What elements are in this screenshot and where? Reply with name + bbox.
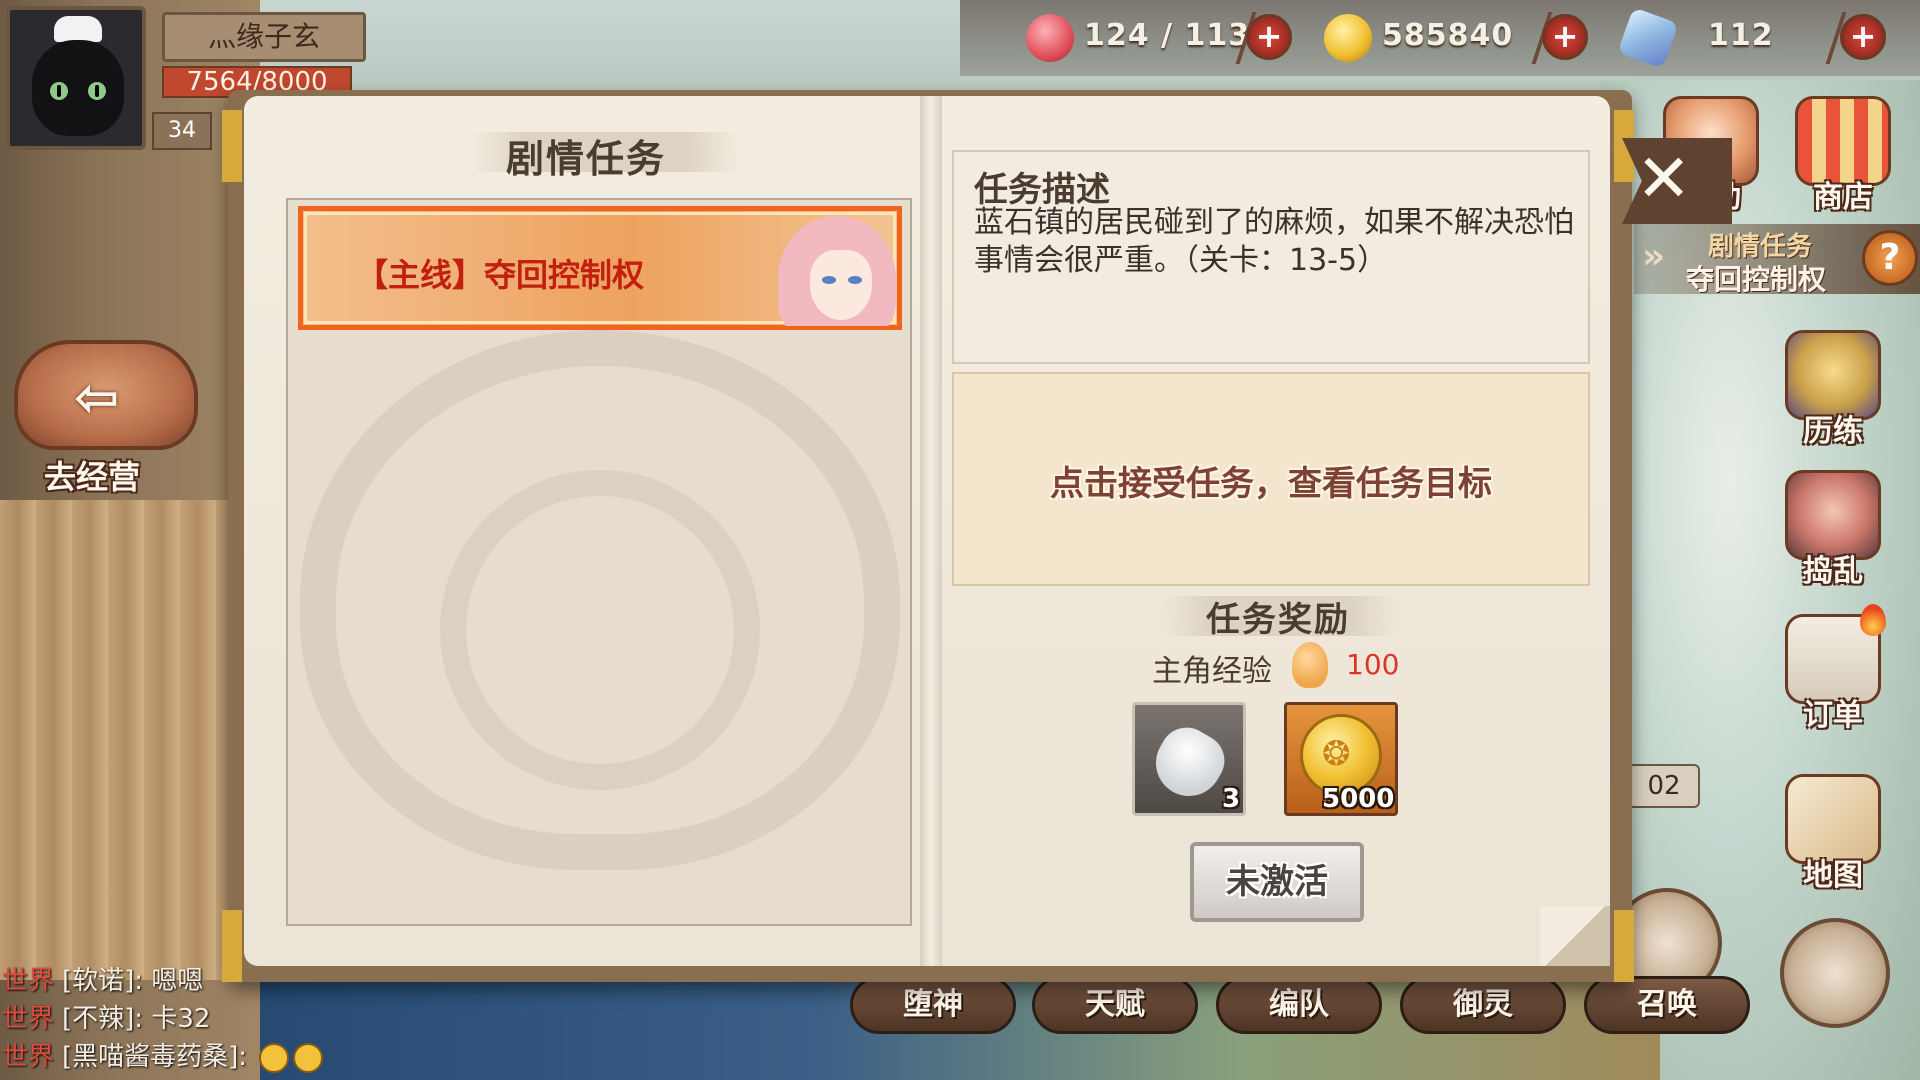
go-business-label: 去经营 — [44, 458, 141, 496]
background-curtain — [0, 500, 240, 980]
add-stamina-button[interactable]: + — [1246, 14, 1292, 60]
gold-coin-icon — [1324, 14, 1372, 62]
close-icon: ✕ — [1636, 140, 1692, 217]
gold-count: 5000 — [1322, 784, 1395, 814]
player-avatar[interactable] — [6, 6, 146, 150]
inactive-button[interactable]: 未激活 — [1190, 842, 1364, 922]
chat-message: 世界 [黑喵酱毒药桑]: — [2, 1038, 362, 1076]
crest-watermark-inner — [440, 470, 760, 790]
book-corner — [222, 910, 242, 982]
timer-badge: 02 — [1628, 764, 1700, 808]
chat-text: [黑喵酱毒药桑]: — [62, 1042, 248, 1072]
training-label: 历练 — [1803, 414, 1863, 449]
book-corner — [222, 110, 242, 182]
shop-label: 商店 — [1813, 180, 1873, 215]
page-fold — [1540, 906, 1610, 966]
nav-talent[interactable]: 天赋 — [1032, 976, 1198, 1034]
laugh-emoji-icon — [259, 1042, 290, 1073]
go-business-button[interactable]: ⇦ — [14, 340, 198, 450]
quest-item-label: 【主线】夺回控制权 — [356, 256, 645, 294]
chef-hat-icon — [54, 16, 102, 42]
story-quest-title: 剧情任务 — [506, 137, 667, 181]
coin-flame-mark: ❂ — [1322, 734, 1351, 774]
character-portrait — [770, 210, 898, 326]
training-button[interactable]: 历练 — [1778, 330, 1888, 450]
exp-reward-label: 主角经验 — [1152, 654, 1272, 689]
bottom-nav: 堕神 天赋 编队 御灵 召唤 — [850, 976, 1770, 1036]
add-gold-button[interactable]: + — [1542, 14, 1588, 60]
quest-tracker[interactable]: » 剧情任务 夺回控制权 ? — [1634, 224, 1920, 296]
cat-eye-right — [88, 82, 106, 100]
map-button[interactable]: 地图 — [1778, 774, 1888, 894]
player-level: 34 — [152, 112, 212, 150]
shop-button[interactable]: 商店 — [1788, 96, 1898, 216]
portrait-eye — [848, 276, 862, 284]
exp-icon — [1292, 642, 1328, 688]
heart-icon — [1026, 14, 1074, 62]
nav-fallen-gods[interactable]: 堕神 — [850, 976, 1016, 1034]
back-arrow-icon: ⇦ — [74, 366, 120, 429]
mischief-label: 捣乱 — [1803, 554, 1863, 589]
chat-channel: 世界 — [2, 1042, 55, 1072]
chat-message: 世界 [不辣]: 卡32 — [2, 1000, 362, 1038]
goal-hint: 点击接受任务，查看任务目标 — [1050, 464, 1492, 504]
chat-text: [不辣]: 卡32 — [62, 1004, 211, 1034]
exp-reward-value: 100 — [1346, 648, 1400, 681]
nav-formation[interactable]: 编队 — [1216, 976, 1382, 1034]
map-label: 地图 — [1803, 858, 1863, 893]
crystal-value: 112 — [1708, 18, 1774, 53]
cooking-button[interactable] — [1780, 918, 1890, 1028]
laugh-emoji-icon — [293, 1042, 324, 1073]
add-crystal-button[interactable]: + — [1840, 14, 1886, 60]
flame-icon — [1860, 604, 1886, 636]
chat-channel: 世界 — [2, 966, 55, 996]
reward-title: 任务奖励 — [1206, 600, 1350, 640]
chevron-right-icon: » — [1642, 236, 1666, 277]
mischief-button[interactable]: 捣乱 — [1778, 470, 1888, 590]
chat-text: [软诺]: 嗯嗯 — [62, 966, 204, 996]
book-spine — [920, 96, 942, 966]
player-name: 灬缘子玄 — [162, 12, 366, 62]
nav-spirits[interactable]: 御灵 — [1400, 976, 1566, 1034]
cat-eye-left — [50, 82, 68, 100]
book-corner — [1614, 910, 1634, 982]
description-text: 蓝石镇的居民碰到了的麻烦，如果不解决恐怕事情会很严重。（关卡：13-5） — [974, 205, 1574, 278]
black-cat-icon — [32, 40, 124, 136]
quest-tracker-subtitle: 夺回控制权 — [1686, 263, 1827, 296]
orders-label: 订单 — [1803, 698, 1863, 733]
chat-channel: 世界 — [2, 1004, 55, 1034]
nav-summon[interactable]: 召唤 — [1584, 976, 1750, 1034]
stamina-value: 124 / 113 — [1084, 18, 1251, 53]
orders-button[interactable]: 订单 — [1778, 604, 1888, 734]
bottle-count: 3 — [1222, 784, 1241, 814]
portrait-eye — [822, 276, 836, 284]
gold-value: 585840 — [1382, 18, 1514, 53]
portrait-face — [810, 250, 872, 320]
help-button[interactable]: ? — [1862, 230, 1918, 286]
